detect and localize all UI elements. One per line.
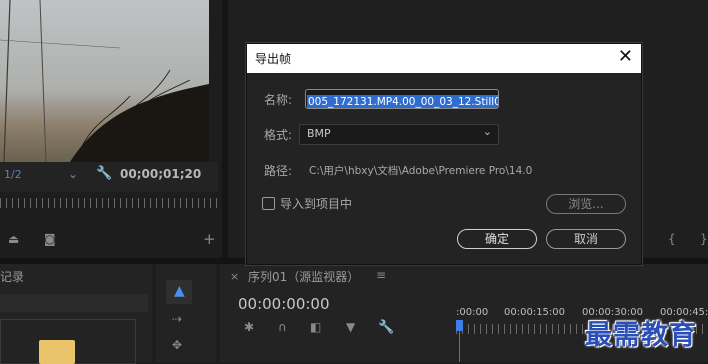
close-tab-icon[interactable]: × bbox=[230, 270, 239, 283]
source-monitor-controls: 1/2 ⌄ 🔧 00;00;01;20 bbox=[0, 162, 218, 192]
source-video-frame bbox=[0, 0, 209, 162]
insert-icon[interactable]: ⏏ bbox=[8, 232, 19, 246]
format-value: BMP bbox=[307, 127, 331, 140]
link-icon[interactable]: ∩ bbox=[278, 320, 287, 334]
playhead-line bbox=[459, 330, 460, 362]
source-ruler[interactable] bbox=[0, 198, 218, 208]
snap-icon[interactable]: ✱ bbox=[244, 320, 254, 334]
ruler-label: :00:00 bbox=[456, 307, 489, 318]
format-select[interactable]: BMP ⌄ bbox=[299, 124, 499, 145]
source-timecode: 00;00;01;20 bbox=[120, 167, 202, 181]
arrow-cursor-icon: ▲ bbox=[174, 283, 185, 299]
chevron-down-icon: ⌄ bbox=[482, 125, 492, 138]
wrench-icon[interactable]: 🔧 bbox=[96, 166, 112, 181]
add-button-icon[interactable]: + bbox=[203, 230, 216, 248]
folder-icon bbox=[39, 340, 75, 364]
project-search[interactable] bbox=[0, 294, 148, 312]
name-label: 名称: bbox=[264, 93, 293, 107]
dialog-title: 导出帧 bbox=[255, 52, 292, 66]
name-input[interactable]: 005_172131.MP4.00_00_03_12.Still001 bbox=[305, 89, 499, 109]
ruler-label: 00:00:15:00 bbox=[504, 307, 566, 318]
watermark-logo: 最需教育 bbox=[585, 320, 697, 351]
path-label: 路径: bbox=[264, 164, 293, 178]
camera-icon[interactable]: ◙ bbox=[44, 232, 56, 246]
selection-tool[interactable]: ▲ bbox=[166, 280, 192, 304]
timeline-timecode: 00:00:00:00 bbox=[238, 295, 330, 313]
bracket-icon[interactable]: } bbox=[700, 232, 708, 246]
dialog-titlebar[interactable]: 导出帧 ✕ bbox=[247, 44, 641, 73]
panel-divider[interactable] bbox=[222, 0, 228, 262]
ok-button[interactable]: 确定 bbox=[457, 229, 537, 249]
close-icon[interactable]: ✕ bbox=[618, 47, 633, 67]
import-to-project-checkbox[interactable] bbox=[262, 197, 275, 210]
menu-icon[interactable]: ≡ bbox=[376, 268, 386, 282]
cancel-button[interactable]: 取消 bbox=[546, 229, 626, 249]
path-value: C:\用户\hbxy\文档\Adobe\Premiere Pro\14.0 bbox=[309, 165, 533, 177]
import-to-project-label[interactable]: 导入到项目中 bbox=[280, 195, 352, 212]
format-label: 格式: bbox=[264, 128, 293, 142]
zoom-level[interactable]: 1/2 bbox=[4, 168, 22, 181]
marker-icon[interactable]: ▼ bbox=[346, 320, 355, 334]
bracket-icon[interactable]: { bbox=[668, 232, 676, 246]
name-input-value: 005_172131.MP4.00_00_03_12.Still001 bbox=[307, 95, 498, 108]
settings-wrench-icon[interactable]: 🔧 bbox=[378, 320, 394, 335]
marker-add-icon[interactable]: ◧ bbox=[310, 320, 321, 334]
export-frame-dialog: 导出帧 ✕ 名称: 005_172131.MP4.00_00_03_12.Sti… bbox=[246, 43, 642, 265]
project-tab[interactable]: 记录 bbox=[0, 268, 24, 285]
browse-button[interactable]: 浏览... bbox=[546, 194, 626, 214]
ripple-edit-icon[interactable]: ✥ bbox=[172, 338, 182, 352]
project-bin-item[interactable] bbox=[0, 319, 136, 364]
tools-panel: ▲ ⇢ ✥ bbox=[156, 264, 216, 362]
sequence-tab[interactable]: 序列01（源监视器） bbox=[248, 268, 359, 285]
video-frame-image bbox=[0, 0, 209, 162]
project-panel: 记录 bbox=[0, 264, 152, 364]
chevron-down-icon[interactable]: ⌄ bbox=[68, 167, 78, 181]
track-select-icon[interactable]: ⇢ bbox=[172, 312, 182, 326]
